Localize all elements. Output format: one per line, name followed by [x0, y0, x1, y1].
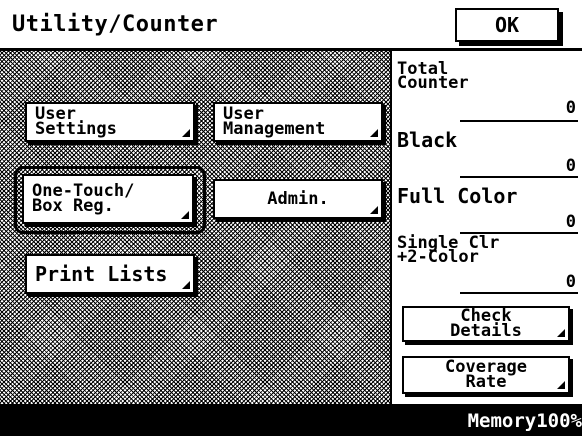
user-management-button[interactable]: User Management: [213, 102, 383, 142]
print-lists-label: Print Lists: [35, 261, 168, 286]
corner-arrow-icon: [557, 381, 565, 389]
corner-arrow-icon: [557, 329, 565, 337]
user-settings-button[interactable]: User Settings: [25, 102, 195, 142]
user-management-label: User Management: [223, 104, 326, 139]
print-lists-button[interactable]: Print Lists: [25, 254, 195, 294]
total-counter-rule: [460, 120, 578, 122]
page-title: Utility/Counter: [12, 12, 219, 37]
admin-button[interactable]: Admin.: [213, 179, 383, 219]
ok-button[interactable]: OK: [455, 8, 559, 42]
full-color-label: Full Color: [397, 184, 518, 208]
admin-label: Admin.: [267, 188, 329, 209]
one-touch-box-reg-button[interactable]: One-Touch/ Box Reg.: [22, 174, 194, 224]
one-touch-box-reg-label: One-Touch/ Box Reg.: [32, 181, 135, 216]
corner-arrow-icon: [181, 211, 189, 219]
single-clr-rule: [460, 292, 578, 294]
check-details-button[interactable]: Check Details: [402, 306, 570, 342]
corner-arrow-icon: [370, 129, 378, 137]
black-value: 0: [565, 156, 576, 176]
user-settings-label: User Settings: [35, 104, 117, 139]
coverage-rate-label: Coverage Rate: [445, 357, 527, 392]
memory-status: Memory100%: [467, 410, 582, 432]
corner-arrow-icon: [182, 129, 190, 137]
check-details-label: Check Details: [450, 306, 522, 341]
corner-arrow-icon: [370, 206, 378, 214]
black-label: Black: [397, 128, 458, 152]
utility-counter-screen: Utility/Counter OK User Settings User Ma…: [0, 0, 582, 436]
single-clr-label: Single Clr +2-Color: [397, 233, 500, 267]
coverage-rate-button[interactable]: Coverage Rate: [402, 356, 570, 394]
full-color-value: 0: [565, 212, 576, 232]
panel-divider: [390, 51, 392, 404]
single-clr-value: 0: [565, 272, 576, 292]
black-rule: [460, 176, 578, 178]
corner-arrow-icon: [182, 281, 190, 289]
total-counter-label: Total Counter: [397, 59, 469, 93]
total-counter-value: 0: [565, 98, 576, 118]
